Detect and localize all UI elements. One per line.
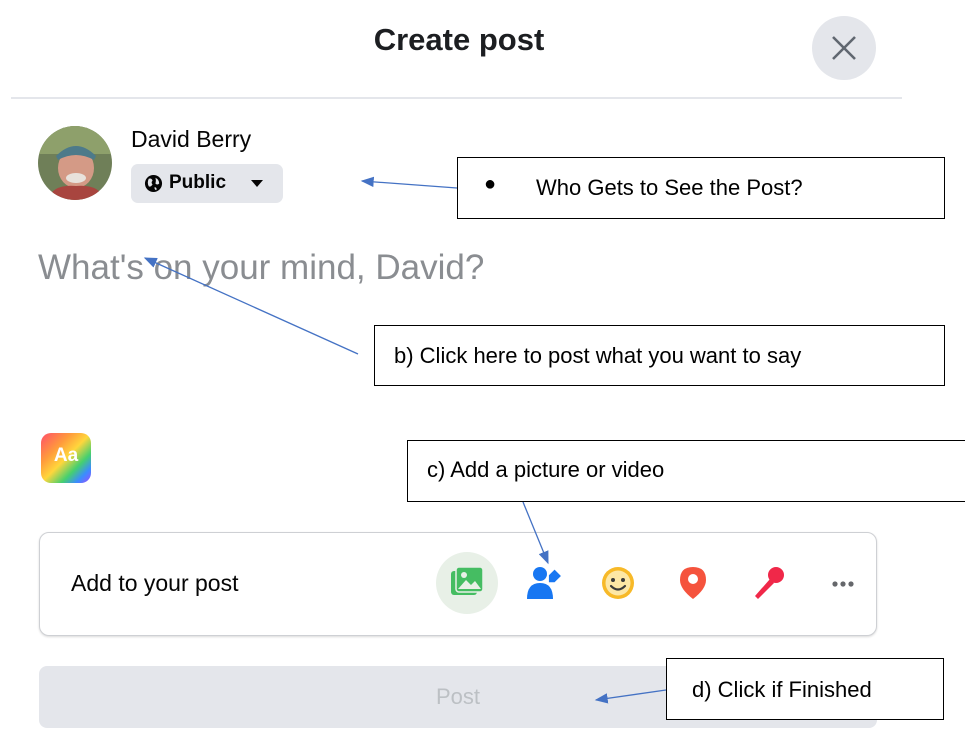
- more-options-button[interactable]: [812, 552, 874, 614]
- text-background-button[interactable]: Aa: [41, 433, 91, 483]
- more-icon: [832, 581, 854, 587]
- audience-label: Public: [169, 172, 227, 193]
- close-icon: [832, 36, 856, 60]
- avatar-photo: [38, 126, 112, 200]
- smile-icon: [602, 567, 634, 599]
- callout-bullet: ●: [484, 173, 497, 195]
- photo-icon: [451, 566, 484, 595]
- arrow-audience: [360, 176, 458, 189]
- microphone-icon: [755, 567, 784, 599]
- post-text-input[interactable]: [38, 238, 798, 298]
- callout-composer: b) Click here to post what you want to s…: [374, 325, 945, 386]
- tag-people-icon: [527, 567, 561, 599]
- callout-post: d) Click if Finished: [666, 658, 944, 720]
- photo-video-button[interactable]: [436, 552, 498, 614]
- globe-icon: [144, 174, 163, 193]
- close-button[interactable]: [812, 16, 876, 80]
- add-to-post-label: Add to your post: [71, 570, 239, 596]
- audience-selector[interactable]: Public: [131, 164, 283, 203]
- add-to-post-panel: Add to your post: [39, 532, 877, 636]
- header-divider: [11, 97, 902, 99]
- callout-composer-text: b) Click here to post what you want to s…: [394, 343, 802, 368]
- dialog-title: Create post: [373, 22, 545, 57]
- text-style-label: Aa: [53, 445, 79, 466]
- caret-down-icon: [251, 180, 263, 187]
- tag-people-button[interactable]: [512, 552, 574, 614]
- check-in-button[interactable]: [662, 552, 724, 614]
- location-pin-icon: [680, 567, 706, 599]
- user-name[interactable]: David Berry: [131, 126, 251, 153]
- callout-photo: c) Add a picture or video: [407, 440, 965, 502]
- callout-post-text: d) Click if Finished: [692, 677, 872, 702]
- callout-photo-text: c) Add a picture or video: [427, 457, 665, 482]
- live-video-button[interactable]: [737, 552, 799, 614]
- feeling-activity-button[interactable]: [587, 552, 649, 614]
- callout-audience: ● Who Gets to See the Post?: [457, 157, 945, 219]
- avatar[interactable]: [38, 126, 112, 200]
- callout-audience-text: Who Gets to See the Post?: [536, 175, 803, 200]
